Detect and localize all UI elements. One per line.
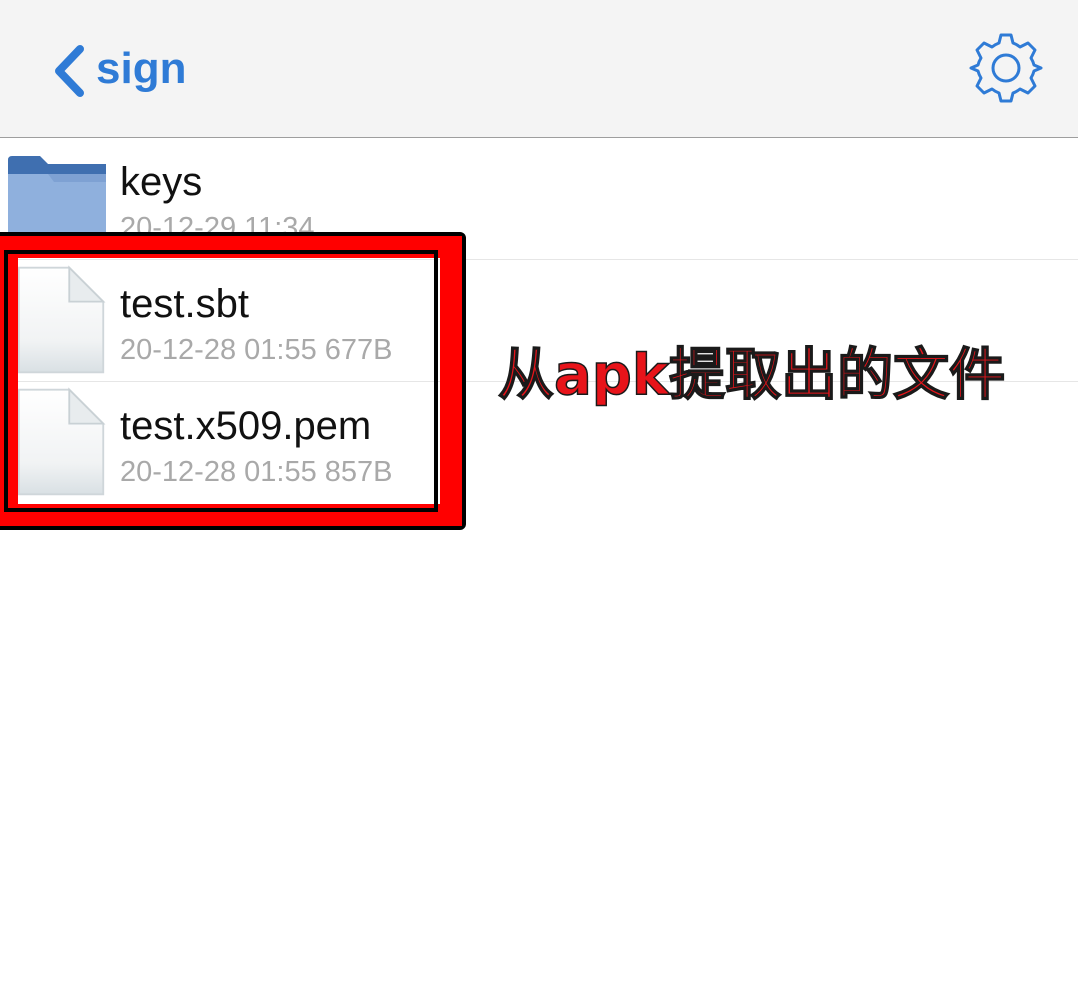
- chevron-left-icon: [55, 45, 84, 97]
- file-manager-screen: sign keys 20-12-29 11:34 test.sbt 20-12-…: [0, 0, 1078, 990]
- file-name: test.x509.pem: [120, 404, 372, 448]
- file-meta: 20-12-28 01:55 677B: [120, 334, 393, 366]
- file-icon: [17, 387, 106, 496]
- file-name: test.sbt: [120, 282, 249, 326]
- settings-button[interactable]: [968, 32, 1044, 104]
- file-meta: 20-12-29 11:34: [120, 212, 315, 244]
- annotation-label: 从apk提取出的文件: [497, 342, 1006, 409]
- current-folder-title: sign: [96, 44, 187, 93]
- file-name: keys: [120, 160, 203, 204]
- folder-icon: [8, 156, 106, 254]
- top-bar: sign: [0, 0, 1078, 138]
- file-icon: [17, 265, 106, 374]
- gear-icon: [969, 33, 1043, 103]
- back-button[interactable]: sign: [52, 36, 186, 106]
- file-meta: 20-12-28 01:55 857B: [120, 456, 393, 488]
- list-item-keys[interactable]: keys 20-12-29 11:34: [0, 138, 1078, 260]
